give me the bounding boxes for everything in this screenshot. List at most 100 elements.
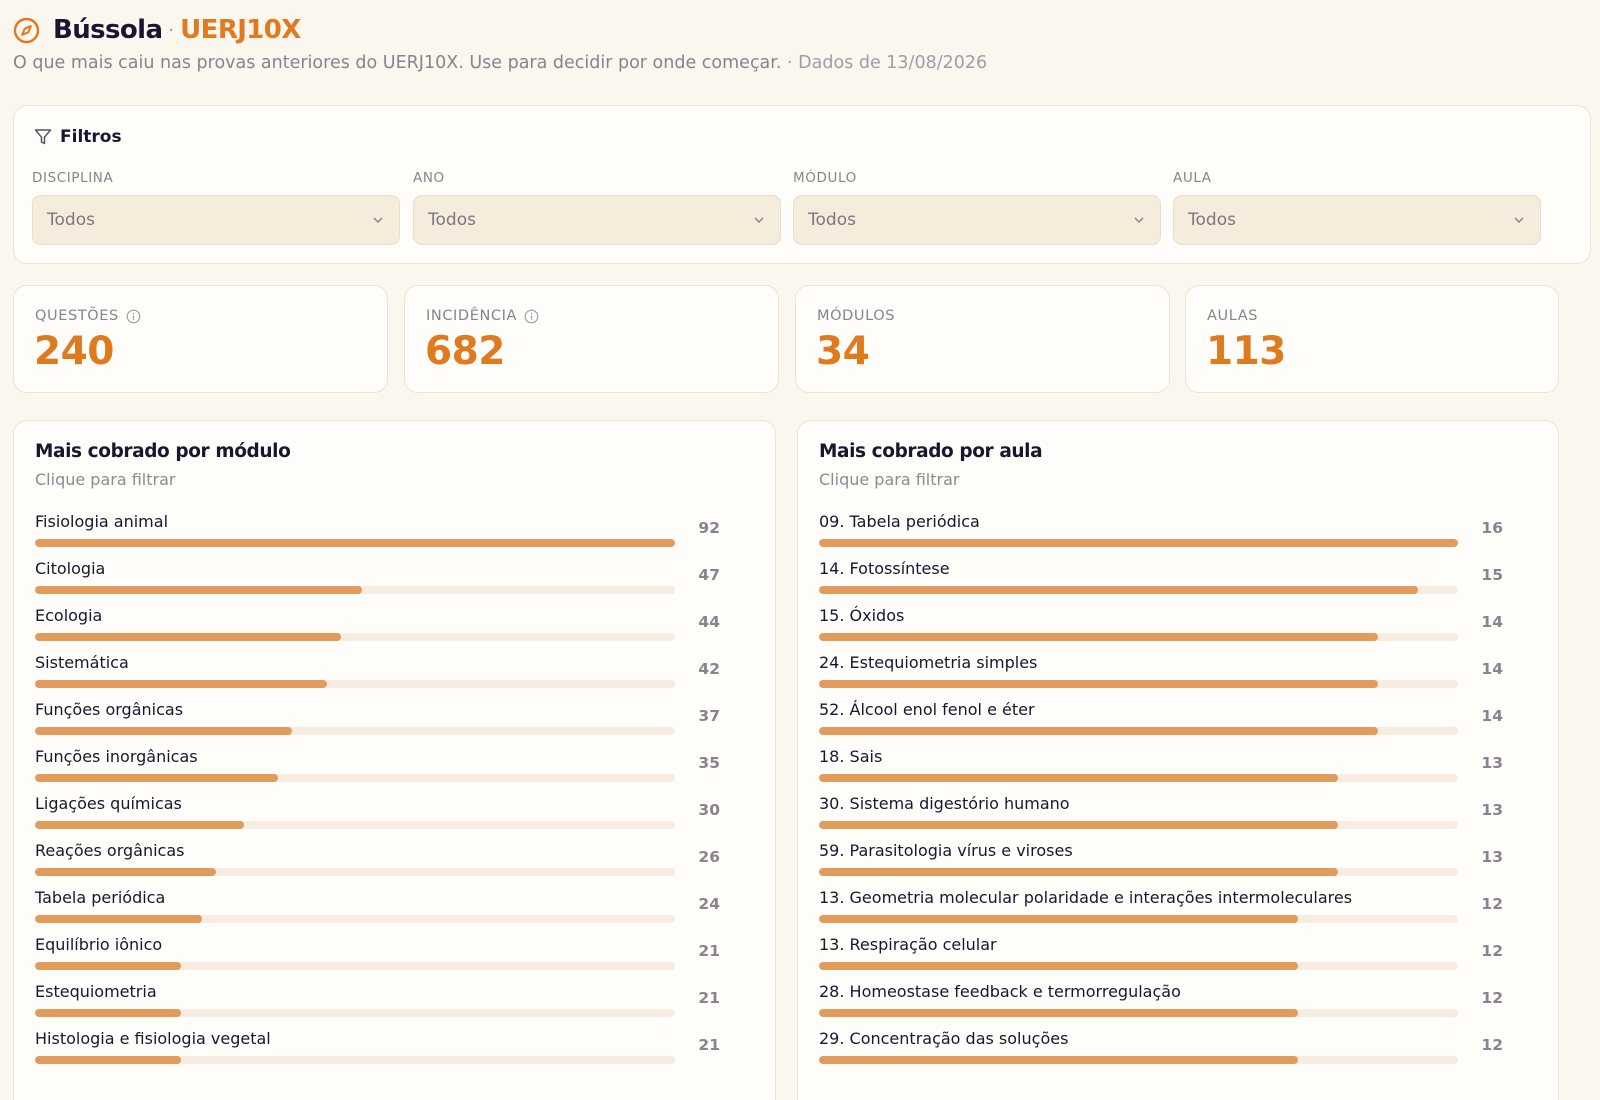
bar-fill (35, 539, 675, 547)
filter-label: DISCIPLINA (32, 170, 114, 186)
bar-track (35, 1009, 675, 1017)
bar-row[interactable]: Tabela periódica 24 (35, 887, 754, 934)
filter-icon (34, 128, 52, 146)
bar-fill (819, 774, 1339, 782)
bar-row[interactable]: 30. Sistema digestório humano 13 (819, 793, 1537, 840)
stat-label-text: AULAS (1207, 308, 1259, 324)
bar-count: 26 (698, 848, 720, 866)
bar-count: 12 (1481, 942, 1503, 960)
bar-label: Equilíbrio iônico (35, 935, 163, 954)
modulo-select[interactable]: Todos (793, 195, 1161, 245)
bar-row[interactable]: Estequiometria 21 (35, 981, 754, 1028)
bar-count: 12 (1481, 895, 1503, 913)
bar-row[interactable]: 14. Fotossíntese 15 (819, 558, 1537, 605)
bar-fill (819, 539, 1458, 547)
filter-label: ANO (413, 170, 445, 186)
bar-label: Funções inorgânicas (35, 747, 198, 766)
bar-track (35, 586, 675, 594)
bar-fill (819, 633, 1379, 641)
bar-label: Ligações químicas (35, 794, 182, 813)
bar-count: 12 (1481, 1036, 1503, 1054)
bar-count: 14 (1481, 660, 1503, 678)
bar-label: 30. Sistema digestório humano (819, 794, 1070, 813)
bar-row[interactable]: 13. Geometria molecular polaridade e int… (819, 887, 1537, 934)
bar-label: Sistemática (35, 653, 129, 672)
chevron-down-icon (752, 213, 766, 227)
bar-count: 14 (1481, 707, 1503, 725)
filter-label: MÓDULO (793, 170, 857, 186)
bar-label: Ecologia (35, 606, 103, 625)
lessons-list: 09. Tabela periódica 16 14. Fotossíntese 15… (819, 511, 1537, 1075)
title-row: Bússola · UERJ10X (13, 14, 1580, 46)
bar-row[interactable]: 18. Sais 13 (819, 746, 1537, 793)
stat-label: INCIDÊNCIA (426, 308, 539, 324)
bar-count: 44 (698, 613, 720, 631)
select-value: Todos (428, 210, 476, 230)
bar-row[interactable]: Funções inorgânicas 35 (35, 746, 754, 793)
bar-count: 21 (698, 1036, 720, 1054)
info-icon[interactable] (524, 309, 539, 324)
bar-track (819, 539, 1458, 547)
panel-subtitle: Clique para filtrar (35, 470, 176, 489)
bar-count: 47 (698, 566, 720, 584)
bar-fill (819, 586, 1419, 594)
bar-fill (819, 962, 1299, 970)
bar-row[interactable]: 24. Estequiometria simples 14 (819, 652, 1537, 699)
aula-select[interactable]: Todos (1173, 195, 1541, 245)
bar-row[interactable]: Fisiologia animal 92 (35, 511, 754, 558)
bar-track (35, 1056, 675, 1064)
bar-row[interactable]: 28. Homeostase feedback e termorregulaçã… (819, 981, 1537, 1028)
bar-row[interactable]: Equilíbrio iônico 21 (35, 934, 754, 981)
bar-track (819, 774, 1458, 782)
bar-row[interactable]: Ecologia 44 (35, 605, 754, 652)
stat-label: QUESTÕES (35, 308, 141, 324)
bar-fill (819, 727, 1379, 735)
bar-label: 18. Sais (819, 747, 883, 766)
bar-fill (35, 774, 279, 782)
bar-track (819, 1009, 1458, 1017)
bar-row[interactable]: 59. Parasitologia vírus e viroses 13 (819, 840, 1537, 887)
bar-row[interactable]: 29. Concentração das soluções 12 (819, 1028, 1537, 1075)
filter-ano: ANO Todos (413, 170, 781, 245)
bar-fill (35, 727, 293, 735)
bar-row[interactable]: 15. Óxidos 14 (819, 605, 1537, 652)
bar-label: 09. Tabela periódica (819, 512, 980, 531)
bar-track (35, 774, 675, 782)
bar-count: 37 (698, 707, 720, 725)
bar-row[interactable]: 13. Respiração celular 12 (819, 934, 1537, 981)
panel-title: Mais cobrado por aula (819, 441, 1043, 462)
bar-label: 13. Geometria molecular polaridade e int… (819, 888, 1353, 907)
disciplina-select[interactable]: Todos (32, 195, 400, 245)
select-value: Todos (1188, 210, 1236, 230)
bar-row[interactable]: 52. Álcool enol fenol e éter 14 (819, 699, 1537, 746)
page-header: Bússola · UERJ10X O que mais caiu nas pr… (13, 14, 1580, 73)
panel-title: Mais cobrado por módulo (35, 441, 291, 462)
bar-label: 52. Álcool enol fenol e éter (819, 700, 1035, 719)
select-value: Todos (47, 210, 95, 230)
info-icon[interactable] (126, 309, 141, 324)
stat-value: 240 (34, 329, 114, 374)
bar-track (35, 868, 675, 876)
bar-row[interactable]: Histologia e fisiologia vegetal 21 (35, 1028, 754, 1075)
bar-label: 59. Parasitologia vírus e viroses (819, 841, 1073, 860)
bar-track (819, 586, 1458, 594)
stat-label-text: QUESTÕES (35, 308, 119, 324)
bar-fill (819, 868, 1339, 876)
bar-row[interactable]: Sistemática 42 (35, 652, 754, 699)
bar-count: 24 (698, 895, 720, 913)
bar-row[interactable]: Ligações químicas 30 (35, 793, 754, 840)
bar-row[interactable]: Reações orgânicas 26 (35, 840, 754, 887)
bar-row[interactable]: 09. Tabela periódica 16 (819, 511, 1537, 558)
ano-select[interactable]: Todos (413, 195, 781, 245)
bar-fill (819, 915, 1299, 923)
filter-aula: AULA Todos (1173, 170, 1541, 245)
stat-value: 34 (816, 329, 870, 374)
bar-label: 24. Estequiometria simples (819, 653, 1038, 672)
bar-row[interactable]: Funções orgânicas 37 (35, 699, 754, 746)
bar-fill (35, 868, 216, 876)
bar-track (35, 915, 675, 923)
bar-track (819, 727, 1458, 735)
bar-track (819, 821, 1458, 829)
bar-fill (35, 821, 244, 829)
bar-row[interactable]: Citologia 47 (35, 558, 754, 605)
